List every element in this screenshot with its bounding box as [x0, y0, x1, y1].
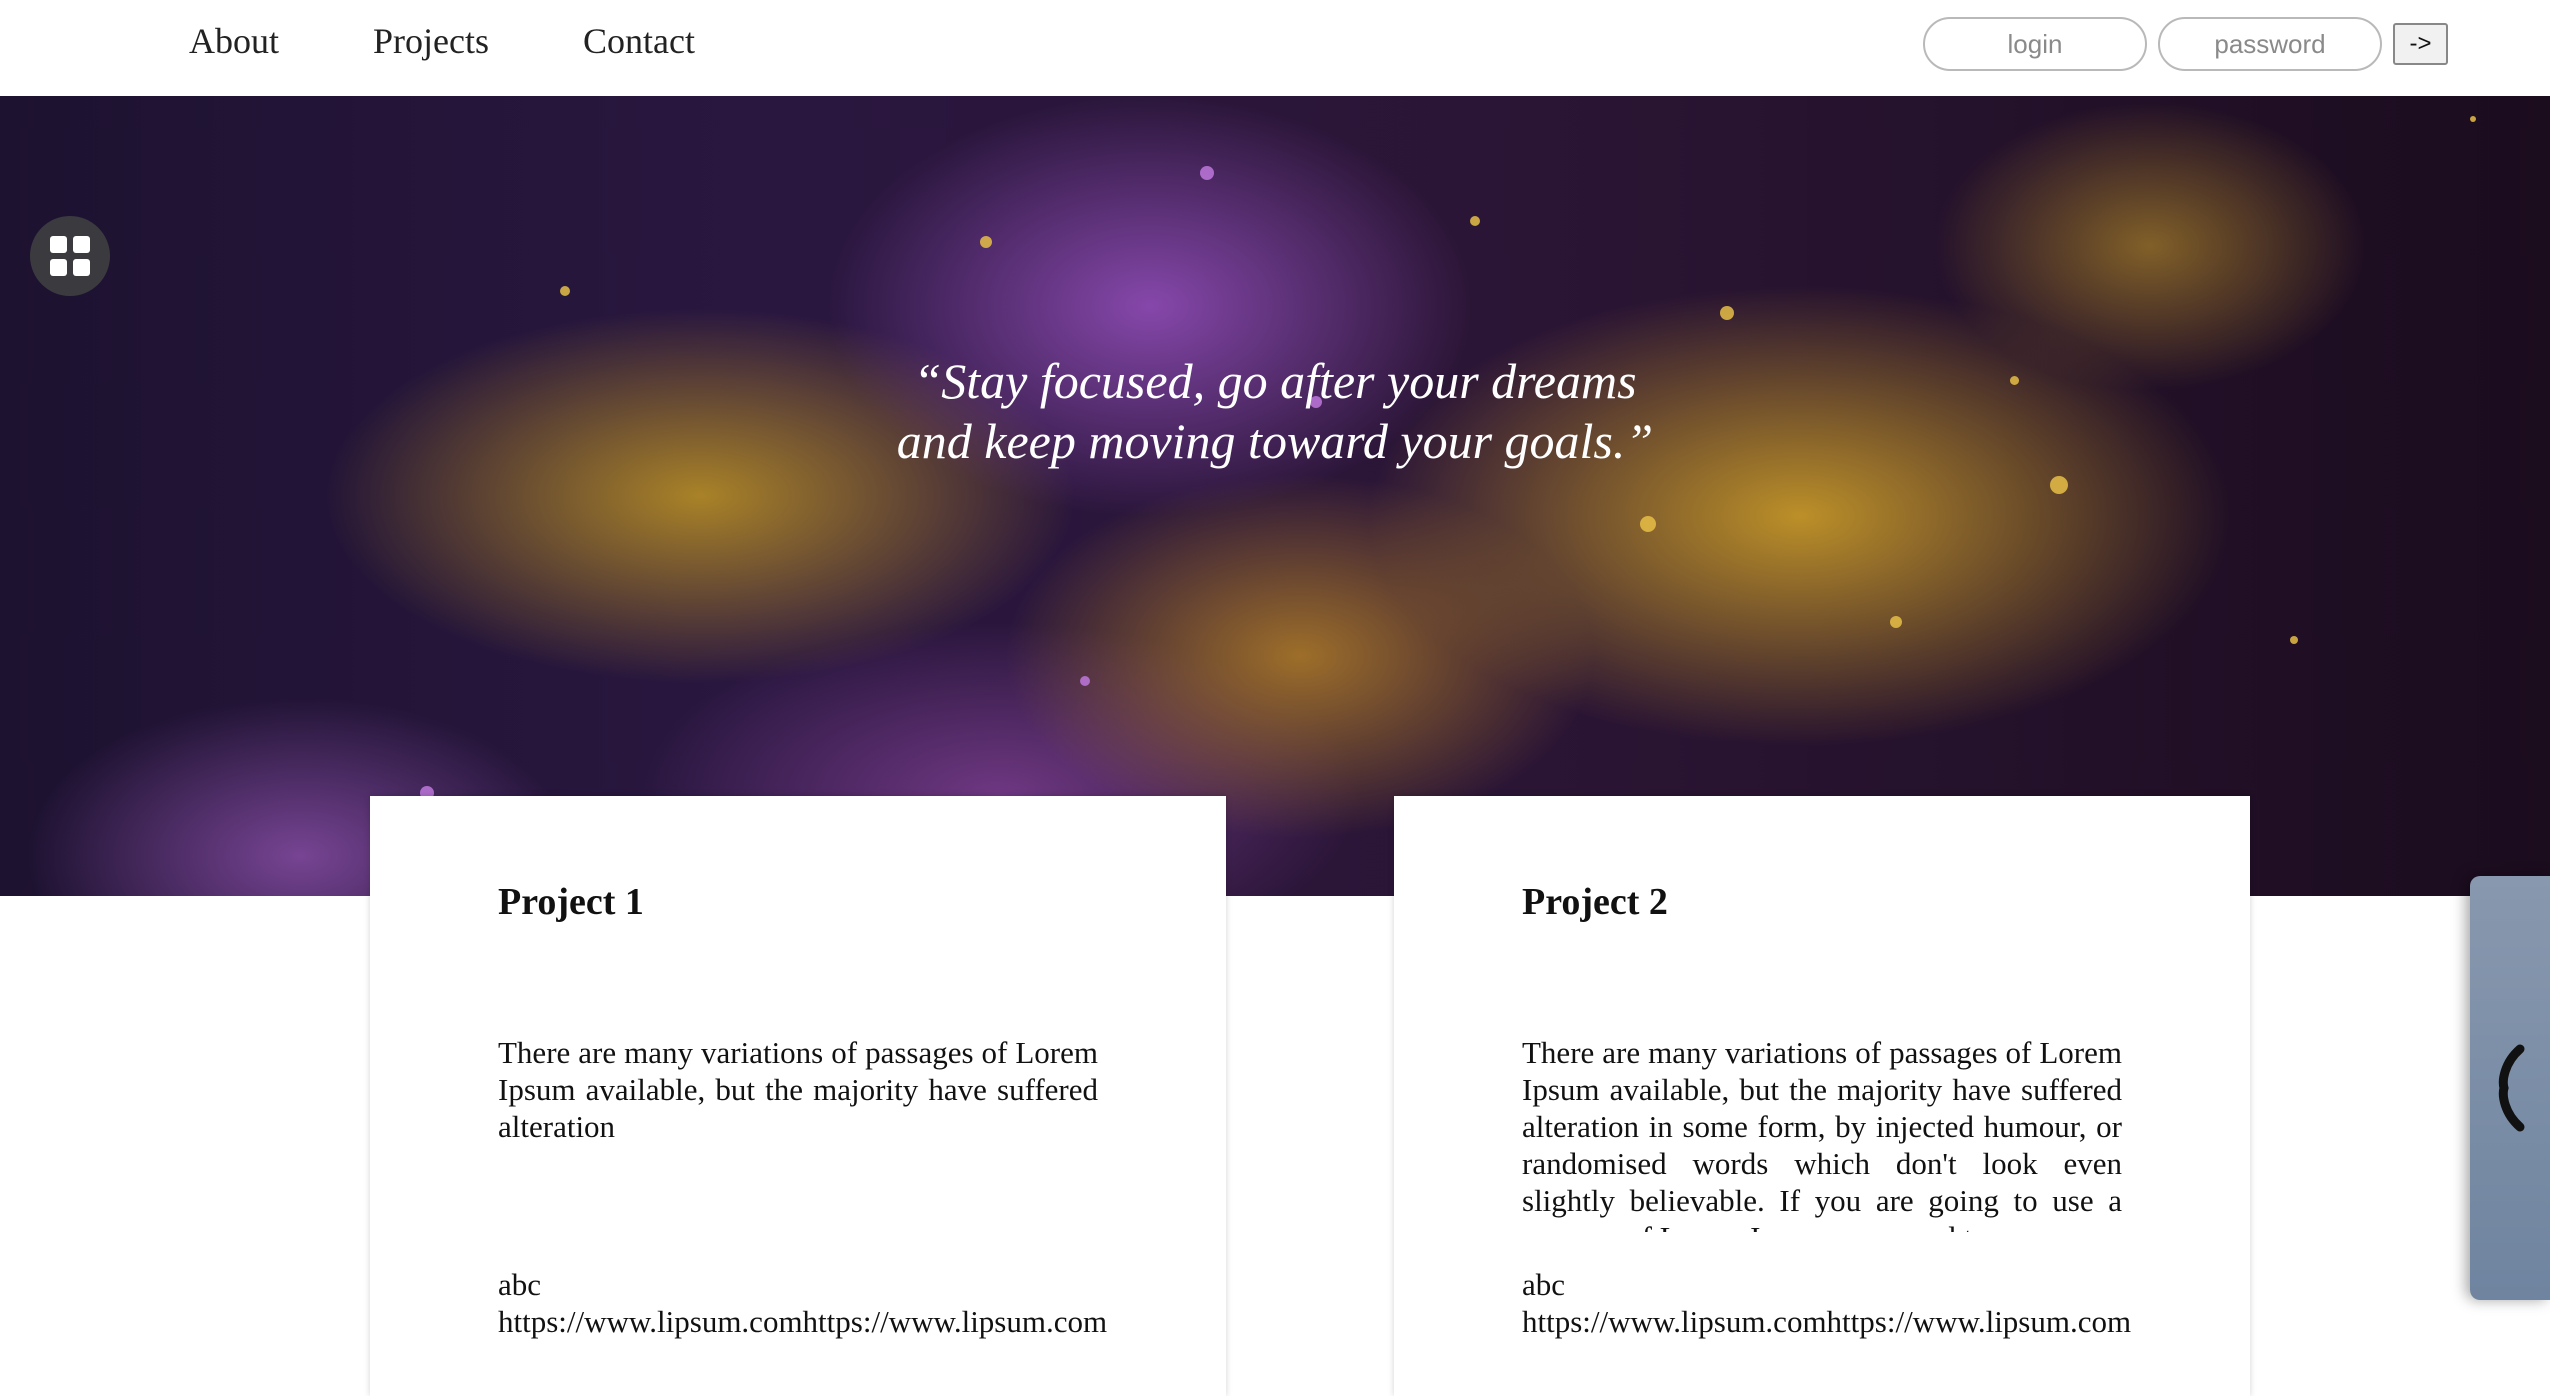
hero-speck — [1640, 516, 1656, 532]
top-navigation-bar: About Projects Contact -> — [0, 0, 2550, 96]
nav-link-about[interactable]: About — [189, 14, 279, 68]
hero-speck — [2290, 636, 2298, 644]
hero-speck — [2470, 116, 2476, 122]
hero-speck — [1720, 306, 1734, 320]
hero-speck — [1470, 216, 1480, 226]
login-submit-button[interactable]: -> — [2393, 23, 2448, 65]
chevron-left-icon — [2498, 1044, 2525, 1132]
project-card: Project 2 There are many variations of p… — [1394, 796, 2250, 1396]
side-panel-toggle[interactable] — [2470, 876, 2550, 1300]
project-title: Project 2 — [1522, 881, 1668, 923]
hero-speck — [1200, 166, 1214, 180]
project-description: There are many variations of passages of… — [498, 1035, 1098, 1144]
project-meta: abc https://www.lipsum.comhttps://www.li… — [1522, 1266, 2131, 1340]
project-title: Project 1 — [498, 881, 644, 923]
nav-link-contact[interactable]: Contact — [583, 14, 695, 68]
hero-speck — [980, 236, 992, 248]
hero-quote-line: and keep moving toward your goals.” — [896, 413, 1654, 469]
hero-quote: “Stay focused, go after your dreams and … — [0, 351, 2550, 471]
password-input[interactable] — [2158, 17, 2382, 71]
hero-speck — [1080, 676, 1090, 686]
project-meta: abc https://www.lipsum.comhttps://www.li… — [498, 1266, 1107, 1340]
project-name: abc — [498, 1267, 542, 1302]
hero-speck — [560, 286, 570, 296]
hero-quote-line: “Stay focused, go after your dreams — [913, 353, 1637, 409]
project-description: There are many variations of passages of… — [1522, 1035, 2122, 1232]
apps-button[interactable] — [30, 216, 110, 296]
project-link[interactable]: https://www.lipsum.comhttps://www.lipsum… — [498, 1303, 1107, 1340]
project-link[interactable]: https://www.lipsum.comhttps://www.lipsum… — [1522, 1303, 2131, 1340]
hero-speck — [2050, 476, 2068, 494]
login-input[interactable] — [1923, 17, 2147, 71]
hero-banner: “Stay focused, go after your dreams and … — [0, 96, 2550, 896]
project-card: Project 1 There are many variations of p… — [370, 796, 1226, 1396]
nav-link-projects[interactable]: Projects — [373, 14, 489, 68]
login-form: -> — [1923, 16, 2448, 72]
grid-icon — [50, 236, 90, 276]
hero-speck — [1890, 616, 1902, 628]
main-nav: About Projects Contact — [189, 14, 789, 68]
project-name: abc — [1522, 1267, 1566, 1302]
